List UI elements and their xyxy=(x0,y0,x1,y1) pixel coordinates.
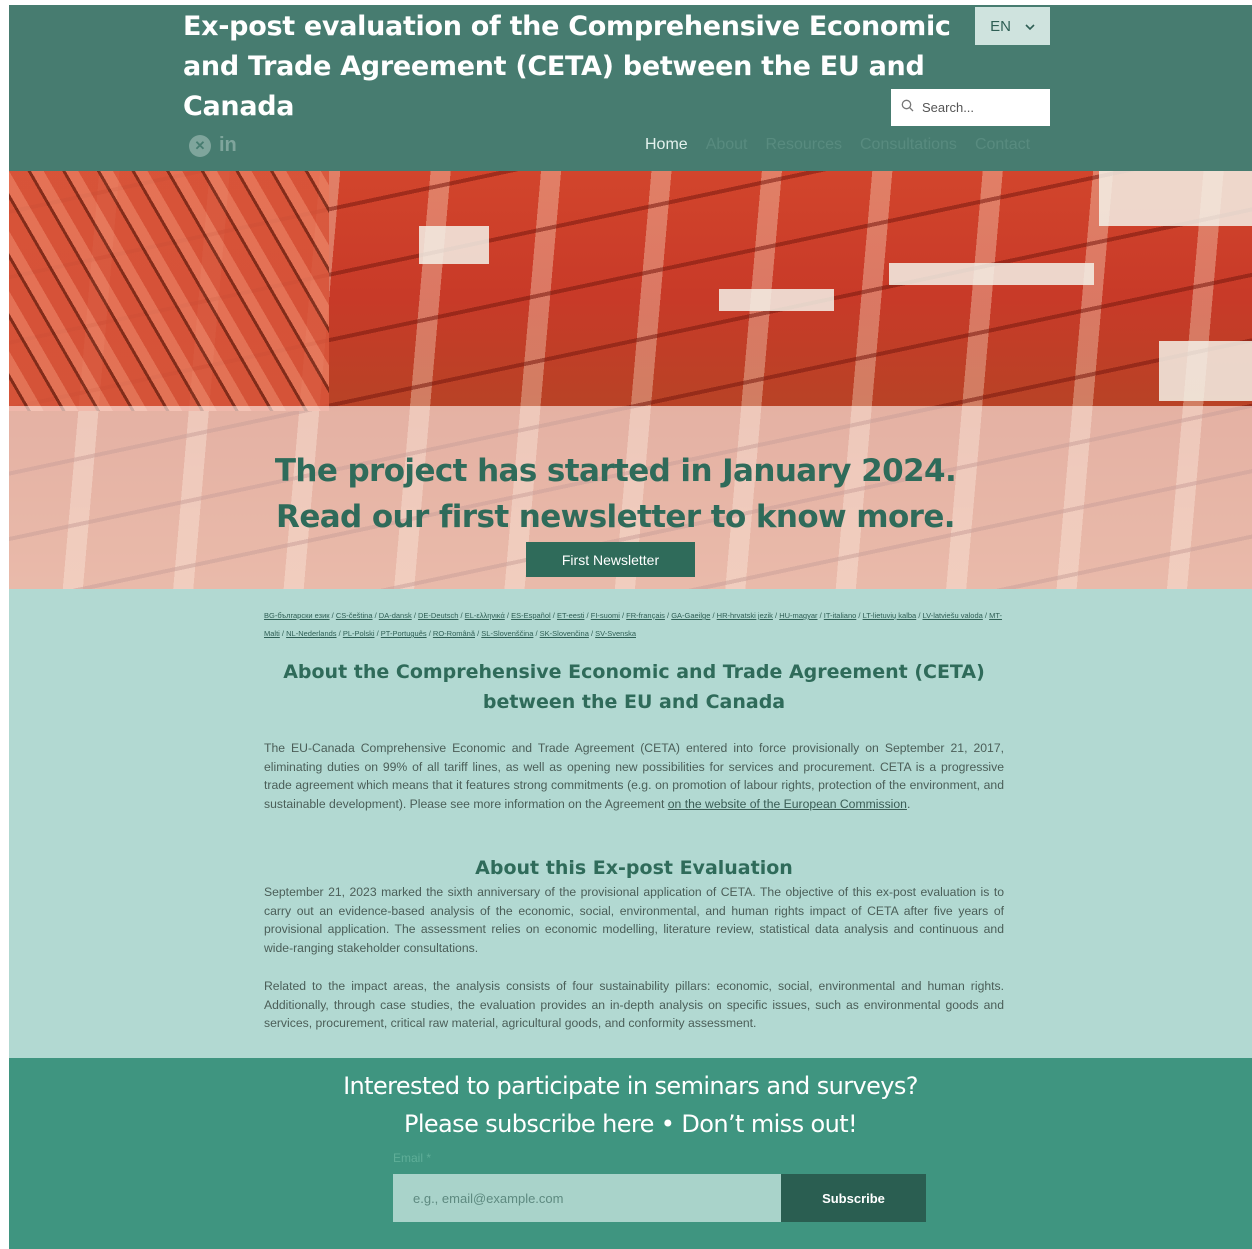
search-input[interactable] xyxy=(922,100,1032,115)
first-newsletter-button[interactable]: First Newsletter xyxy=(526,542,695,577)
hero-image-left xyxy=(9,171,329,411)
nav-contact[interactable]: Contact xyxy=(975,136,1030,154)
email-field[interactable] xyxy=(393,1174,781,1222)
search-box[interactable] xyxy=(891,89,1050,126)
evaluation-heading: About this Ex-post Evaluation xyxy=(475,857,793,879)
lang-link[interactable]: HR-hrvatski jezik xyxy=(717,611,773,620)
lang-link[interactable]: LT-lietuvių kalba xyxy=(863,611,917,620)
lang-link[interactable]: IT-italiano xyxy=(824,611,857,620)
about-paragraph: The EU-Canada Comprehensive Economic and… xyxy=(264,739,1004,813)
evaluation-paragraph-2: Related to the impact areas, the analysi… xyxy=(264,979,1004,1030)
lang-link[interactable]: SK-Slovenčina xyxy=(540,629,589,638)
about-heading-line-2: between the EU and Canada xyxy=(482,691,786,713)
language-selected: EN xyxy=(990,17,1011,35)
lang-link[interactable]: NL-Nederlands xyxy=(286,629,336,638)
lang-link[interactable]: FI-suomi xyxy=(591,611,620,620)
subscribe-section: Interested to participate in seminars an… xyxy=(9,1058,1252,1249)
lang-link[interactable]: SV-Svenska xyxy=(595,629,636,638)
european-commission-link[interactable]: on the website of the European Commissio… xyxy=(668,797,907,811)
hero-headline-1: The project has started in January 2024. xyxy=(274,453,957,489)
lang-link[interactable]: BG-български език xyxy=(264,611,330,620)
subscribe-heading-1: Interested to participate in seminars an… xyxy=(343,1072,918,1100)
hero-banner: The project has started in January 2024.… xyxy=(9,171,1252,589)
about-heading: About the Comprehensive Economic and Tra… xyxy=(264,657,1004,717)
lang-link[interactable]: HU-magyar xyxy=(779,611,817,620)
x-icon[interactable]: ✕ xyxy=(189,134,211,157)
lang-link[interactable]: DE-Deutsch xyxy=(418,611,458,620)
subscribe-button[interactable]: Subscribe xyxy=(781,1174,926,1222)
lang-link[interactable]: EL-ελληνικά xyxy=(465,611,505,620)
chevron-down-icon xyxy=(1025,18,1035,35)
lang-link[interactable]: GA-Gaeilge xyxy=(671,611,710,620)
language-links: BG-български език / CS-čeština / DA-dans… xyxy=(264,611,1003,638)
nav-about[interactable]: About xyxy=(706,136,748,154)
about-heading-line-1: About the Comprehensive Economic and Tra… xyxy=(283,661,985,683)
site-title-line-1: Ex-post evaluation of the Comprehensive … xyxy=(183,11,951,42)
page: Ex-post evaluation of the Comprehensive … xyxy=(9,5,1252,1249)
email-label: Email * xyxy=(393,1151,432,1165)
about-paragraph-end: . xyxy=(906,796,911,811)
hero-headline-2: Read our first newsletter to know more. xyxy=(276,499,956,535)
search-icon xyxy=(901,99,914,117)
lang-link[interactable]: ES-Español xyxy=(511,611,551,620)
hero-image-gap xyxy=(1099,171,1252,226)
lang-link[interactable]: ET-eesti xyxy=(557,611,585,620)
lang-link[interactable]: PL-Polski xyxy=(343,629,375,638)
nav-consultations[interactable]: Consultations xyxy=(860,136,957,154)
main-content: BG-български език / CS-čeština / DA-dans… xyxy=(9,589,1252,1058)
site-header: Ex-post evaluation of the Comprehensive … xyxy=(9,5,1252,171)
hero-image-gap xyxy=(1159,341,1252,401)
lang-link[interactable]: RO-Română xyxy=(433,629,475,638)
nav-resources[interactable]: Resources xyxy=(766,136,842,154)
lang-link[interactable]: PT-Português xyxy=(381,629,427,638)
lang-link[interactable]: DA-dansk xyxy=(379,611,412,620)
social-links: ✕ in xyxy=(189,134,237,157)
hero-image-gap xyxy=(719,289,834,311)
lang-link[interactable]: LV-latviešu valoda xyxy=(923,611,983,620)
nav-home[interactable]: Home xyxy=(645,136,688,154)
hero-image-gap xyxy=(889,263,1094,285)
main-nav: Home About Resources Consultations Conta… xyxy=(645,136,1030,154)
lang-link[interactable]: SL-Slovenščina xyxy=(481,629,533,638)
lang-link[interactable]: FR-français xyxy=(626,611,665,620)
linkedin-icon[interactable]: in xyxy=(219,134,237,157)
lang-link[interactable]: CS-čeština xyxy=(336,611,373,620)
language-selector[interactable]: EN xyxy=(975,7,1050,45)
hero-image-gap xyxy=(419,226,489,264)
subscribe-heading-2: Please subscribe here • Don’t miss out! xyxy=(403,1110,858,1138)
evaluation-paragraph-1: September 21, 2023 marked the sixth anni… xyxy=(264,885,1004,955)
